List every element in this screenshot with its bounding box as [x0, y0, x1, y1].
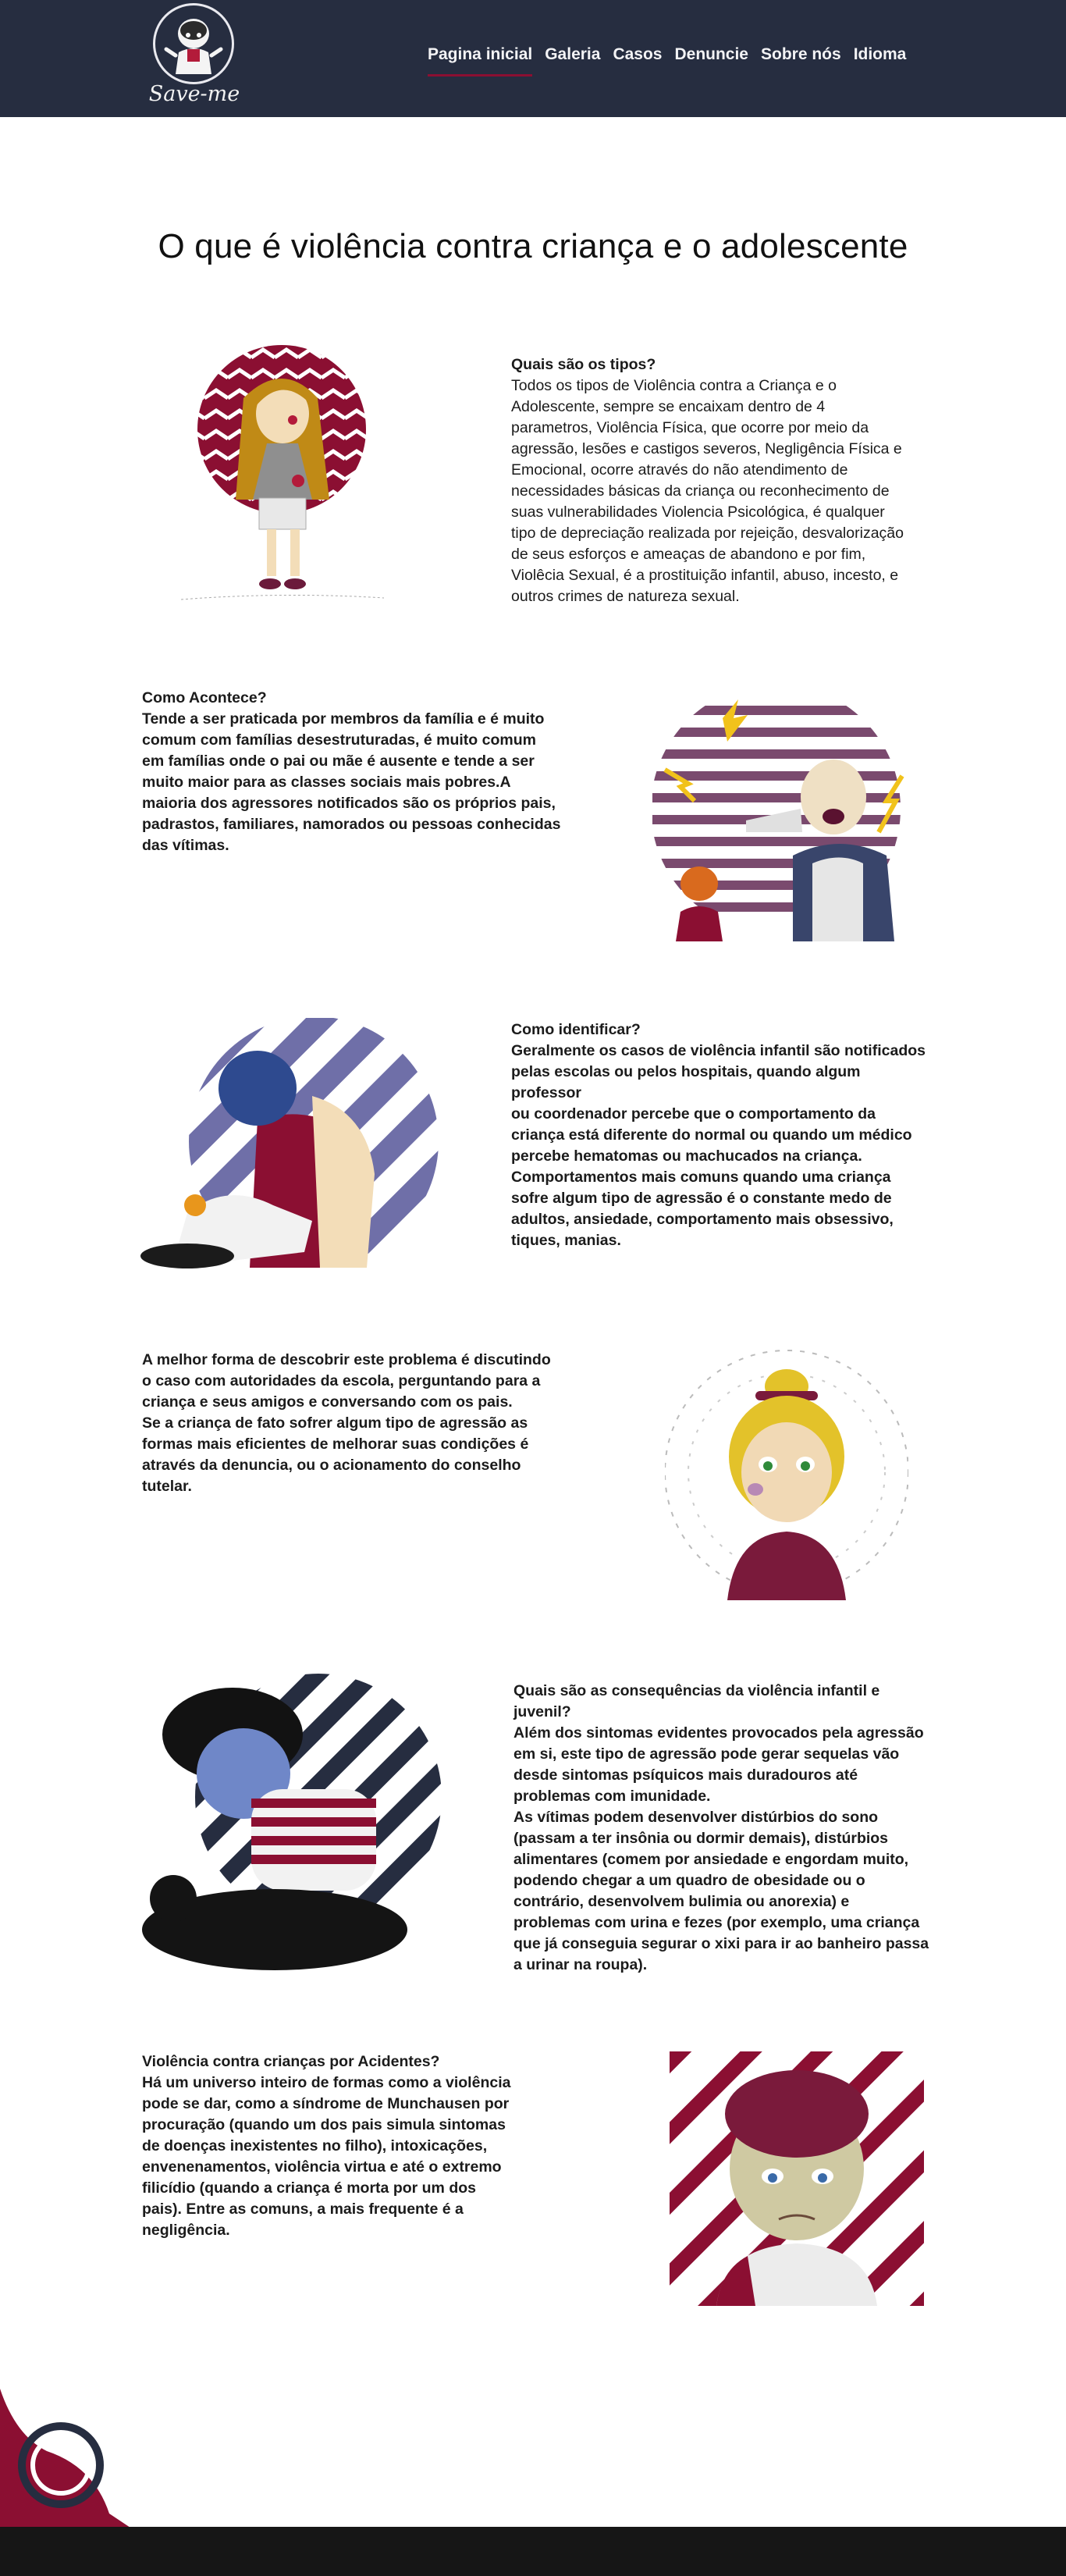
section-heading: Como Acontece? — [142, 689, 267, 706]
site-header: Save-me Pagina inicial Galeria Casos Den… — [0, 0, 1066, 117]
girl-hurt-illustration — [181, 345, 385, 600]
section-body: Todos os tipos de Violência contra a Cri… — [511, 377, 904, 605]
section-body: Há um universo inteiro de formas como a … — [142, 2074, 511, 2239]
section-body: Além dos sintomas evidentes provocados p… — [513, 1724, 929, 1973]
sad-boy-illustration — [670, 2051, 924, 2306]
yelling-adult-illustration — [652, 684, 904, 941]
section-body: A melhor forma de descobrir este problem… — [142, 1351, 551, 1495]
nav-about[interactable]: Sobre nós — [755, 45, 847, 64]
bruised-girl-illustration — [665, 1350, 908, 1600]
section-accidents: Violência contra crianças por Acidentes?… — [142, 2051, 563, 2241]
section-heading: Quais são as consequências da violência … — [513, 1682, 880, 1720]
nav-language[interactable]: Idioma — [847, 45, 913, 64]
hiding-face-child-illustration — [142, 1674, 442, 1970]
section-types: Quais são os tipos? Todos os tipos de Vi… — [511, 354, 933, 607]
section-heading: Como identificar? — [511, 1021, 641, 1038]
section-identify: Como identificar? Geralmente os casos de… — [511, 1019, 933, 1251]
nav-gallery[interactable]: Galeria — [538, 45, 606, 64]
child-mascot-icon — [164, 19, 223, 74]
section-how-it-happens: Como Acontece? Tende a ser praticada por… — [142, 688, 563, 856]
section-body: Tende a ser praticada por membros da fam… — [142, 710, 561, 854]
nav-cases[interactable]: Casos — [606, 45, 668, 64]
logo[interactable]: Save-me — [147, 3, 242, 111]
crying-child-sitting-illustration — [140, 1018, 439, 1268]
nav-report[interactable]: Denuncie — [668, 45, 755, 64]
section-consequences: Quais são as consequências da violência … — [513, 1681, 935, 1976]
section-heading: Violência contra crianças por Acidentes? — [142, 2053, 440, 2070]
footer-decoration — [0, 2389, 133, 2529]
section-discover: A melhor forma de descobrir este problem… — [142, 1350, 563, 1497]
page-title: O que é violência contra criança e o ado… — [158, 227, 908, 265]
logo-wordmark: Save-me — [148, 82, 240, 106]
logo-emblem — [153, 3, 234, 84]
section-body: Geralmente os casos de violência infanti… — [511, 1042, 926, 1249]
main-nav: Pagina inicial Galeria Casos Denuncie So… — [421, 45, 913, 76]
site-footer — [0, 2527, 1066, 2576]
section-heading: Quais são os tipos? — [511, 356, 656, 373]
nav-home[interactable]: Pagina inicial — [421, 45, 538, 76]
